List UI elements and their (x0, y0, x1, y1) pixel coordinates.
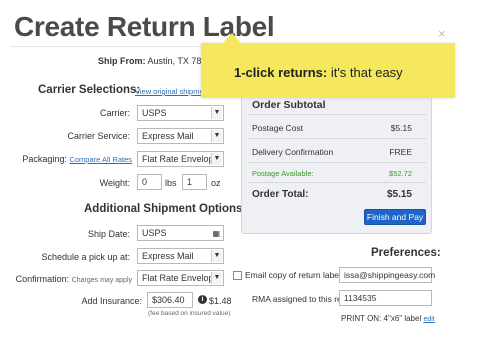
close-icon[interactable]: × (438, 26, 446, 41)
postage-available-value: $52.72 (389, 169, 412, 178)
callout-banner: 1-click returns: it's that easy (201, 33, 455, 98)
insurance-note: (fee based on insured value) (148, 310, 231, 317)
email-copy-label: Email copy of return label to: (245, 270, 353, 280)
chevron-down-icon: ▼ (211, 153, 222, 165)
finish-and-pay-button[interactable]: Finish and Pay (364, 209, 426, 225)
email-input[interactable]: issa@shippingeasy.com (339, 267, 435, 283)
chevron-down-icon: ▼ (211, 250, 222, 262)
lbs-unit: lbs (165, 178, 177, 188)
carrier-service-label: Carrier Service: (67, 131, 130, 141)
order-total-label: Order Total: (252, 189, 309, 200)
callout-rest: it's that easy (330, 65, 403, 80)
insurance-label: Add Insurance: (81, 296, 142, 306)
additional-options-heading: Additional Shipment Options: (84, 203, 247, 215)
pickup-value: Express Mail (142, 251, 194, 261)
carrier-service-select[interactable]: Express Mail ▼ (137, 128, 224, 144)
postage-cost-value: $5.15 (390, 123, 412, 133)
print-on-row: PRINT ON: 4"x6" label edit (341, 314, 435, 323)
callout-bold: 1-click returns: (234, 65, 328, 80)
calendar-icon[interactable]: ▦ (212, 227, 220, 241)
print-on-text: PRINT ON: 4"x6" label (341, 314, 422, 323)
pickup-select[interactable]: Express Mail ▼ (137, 248, 224, 264)
row-divider (248, 182, 426, 183)
packaging-label-row: Packaging: Compare All Rates (8, 154, 132, 164)
postage-cost-label: Postage Cost (252, 123, 304, 133)
packaging-label: Packaging: (22, 154, 67, 164)
confirmation-select[interactable]: Flat Rate Envelope ▼ (137, 270, 224, 286)
chevron-down-icon: ▼ (211, 107, 222, 119)
ship-date-value: USPS (142, 228, 167, 238)
weight-label: Weight: (99, 178, 130, 188)
ship-date-input[interactable]: USPS ▦ (137, 225, 224, 241)
ship-date-label: Ship Date: (87, 229, 130, 239)
info-icon[interactable]: i (198, 295, 207, 304)
confirmation-note: Charges may apply (71, 277, 132, 284)
rma-input[interactable]: 1134535 (339, 290, 432, 306)
preferences-heading: Preferences: (371, 247, 441, 259)
chevron-down-icon: ▼ (211, 130, 222, 142)
packaging-value: Flat Rate Envelope (142, 154, 219, 164)
confirmation-label: Confirmation: (15, 274, 70, 284)
weight-lbs-input[interactable]: 0 (137, 174, 162, 190)
row-divider (248, 138, 426, 139)
carrier-select-value: USPS (142, 108, 167, 118)
confirmation-value: Flat Rate Envelope (142, 273, 219, 283)
pickup-label: Schedule a pick up at: (41, 252, 130, 262)
order-total-value: $5.15 (386, 189, 412, 200)
subtotal-divider (248, 114, 426, 115)
delivery-confirmation-label: Delivery Confirmation (252, 147, 334, 157)
postage-available-label: Postage Available: (252, 169, 314, 178)
insurance-input[interactable]: $306.40 (147, 292, 193, 308)
chevron-down-icon: ▼ (211, 272, 222, 284)
carrier-select[interactable]: USPS ▼ (137, 105, 224, 121)
callout-text: 1-click returns: it's that easy (234, 65, 403, 80)
packaging-select[interactable]: Flat Rate Envelope ▼ (137, 151, 224, 167)
insurance-fee: $1.48 (209, 296, 232, 306)
view-original-shipment-link[interactable]: View original shipment (135, 87, 210, 96)
weight-oz-input[interactable]: 1 (182, 174, 207, 190)
print-edit-link[interactable]: edit (423, 316, 434, 323)
carrier-label: Carrier: (99, 108, 130, 118)
callout-pointer (223, 33, 241, 43)
confirmation-label-row: Confirmation: Charges may apply (10, 274, 132, 284)
delivery-confirmation-value: FREE (389, 147, 412, 157)
email-copy-checkbox[interactable] (233, 271, 242, 280)
oz-unit: oz (211, 178, 221, 188)
compare-all-rates-link[interactable]: Compare All Rates (69, 155, 132, 164)
row-divider (248, 162, 426, 163)
ship-from: Ship From: Austin, TX 78746 (98, 56, 216, 66)
order-subtotal-heading: Order Subtotal (252, 99, 326, 111)
ship-from-label: Ship From: (98, 56, 146, 66)
carrier-service-value: Express Mail (142, 131, 194, 141)
carrier-selections-heading: Carrier Selections: (38, 84, 141, 96)
